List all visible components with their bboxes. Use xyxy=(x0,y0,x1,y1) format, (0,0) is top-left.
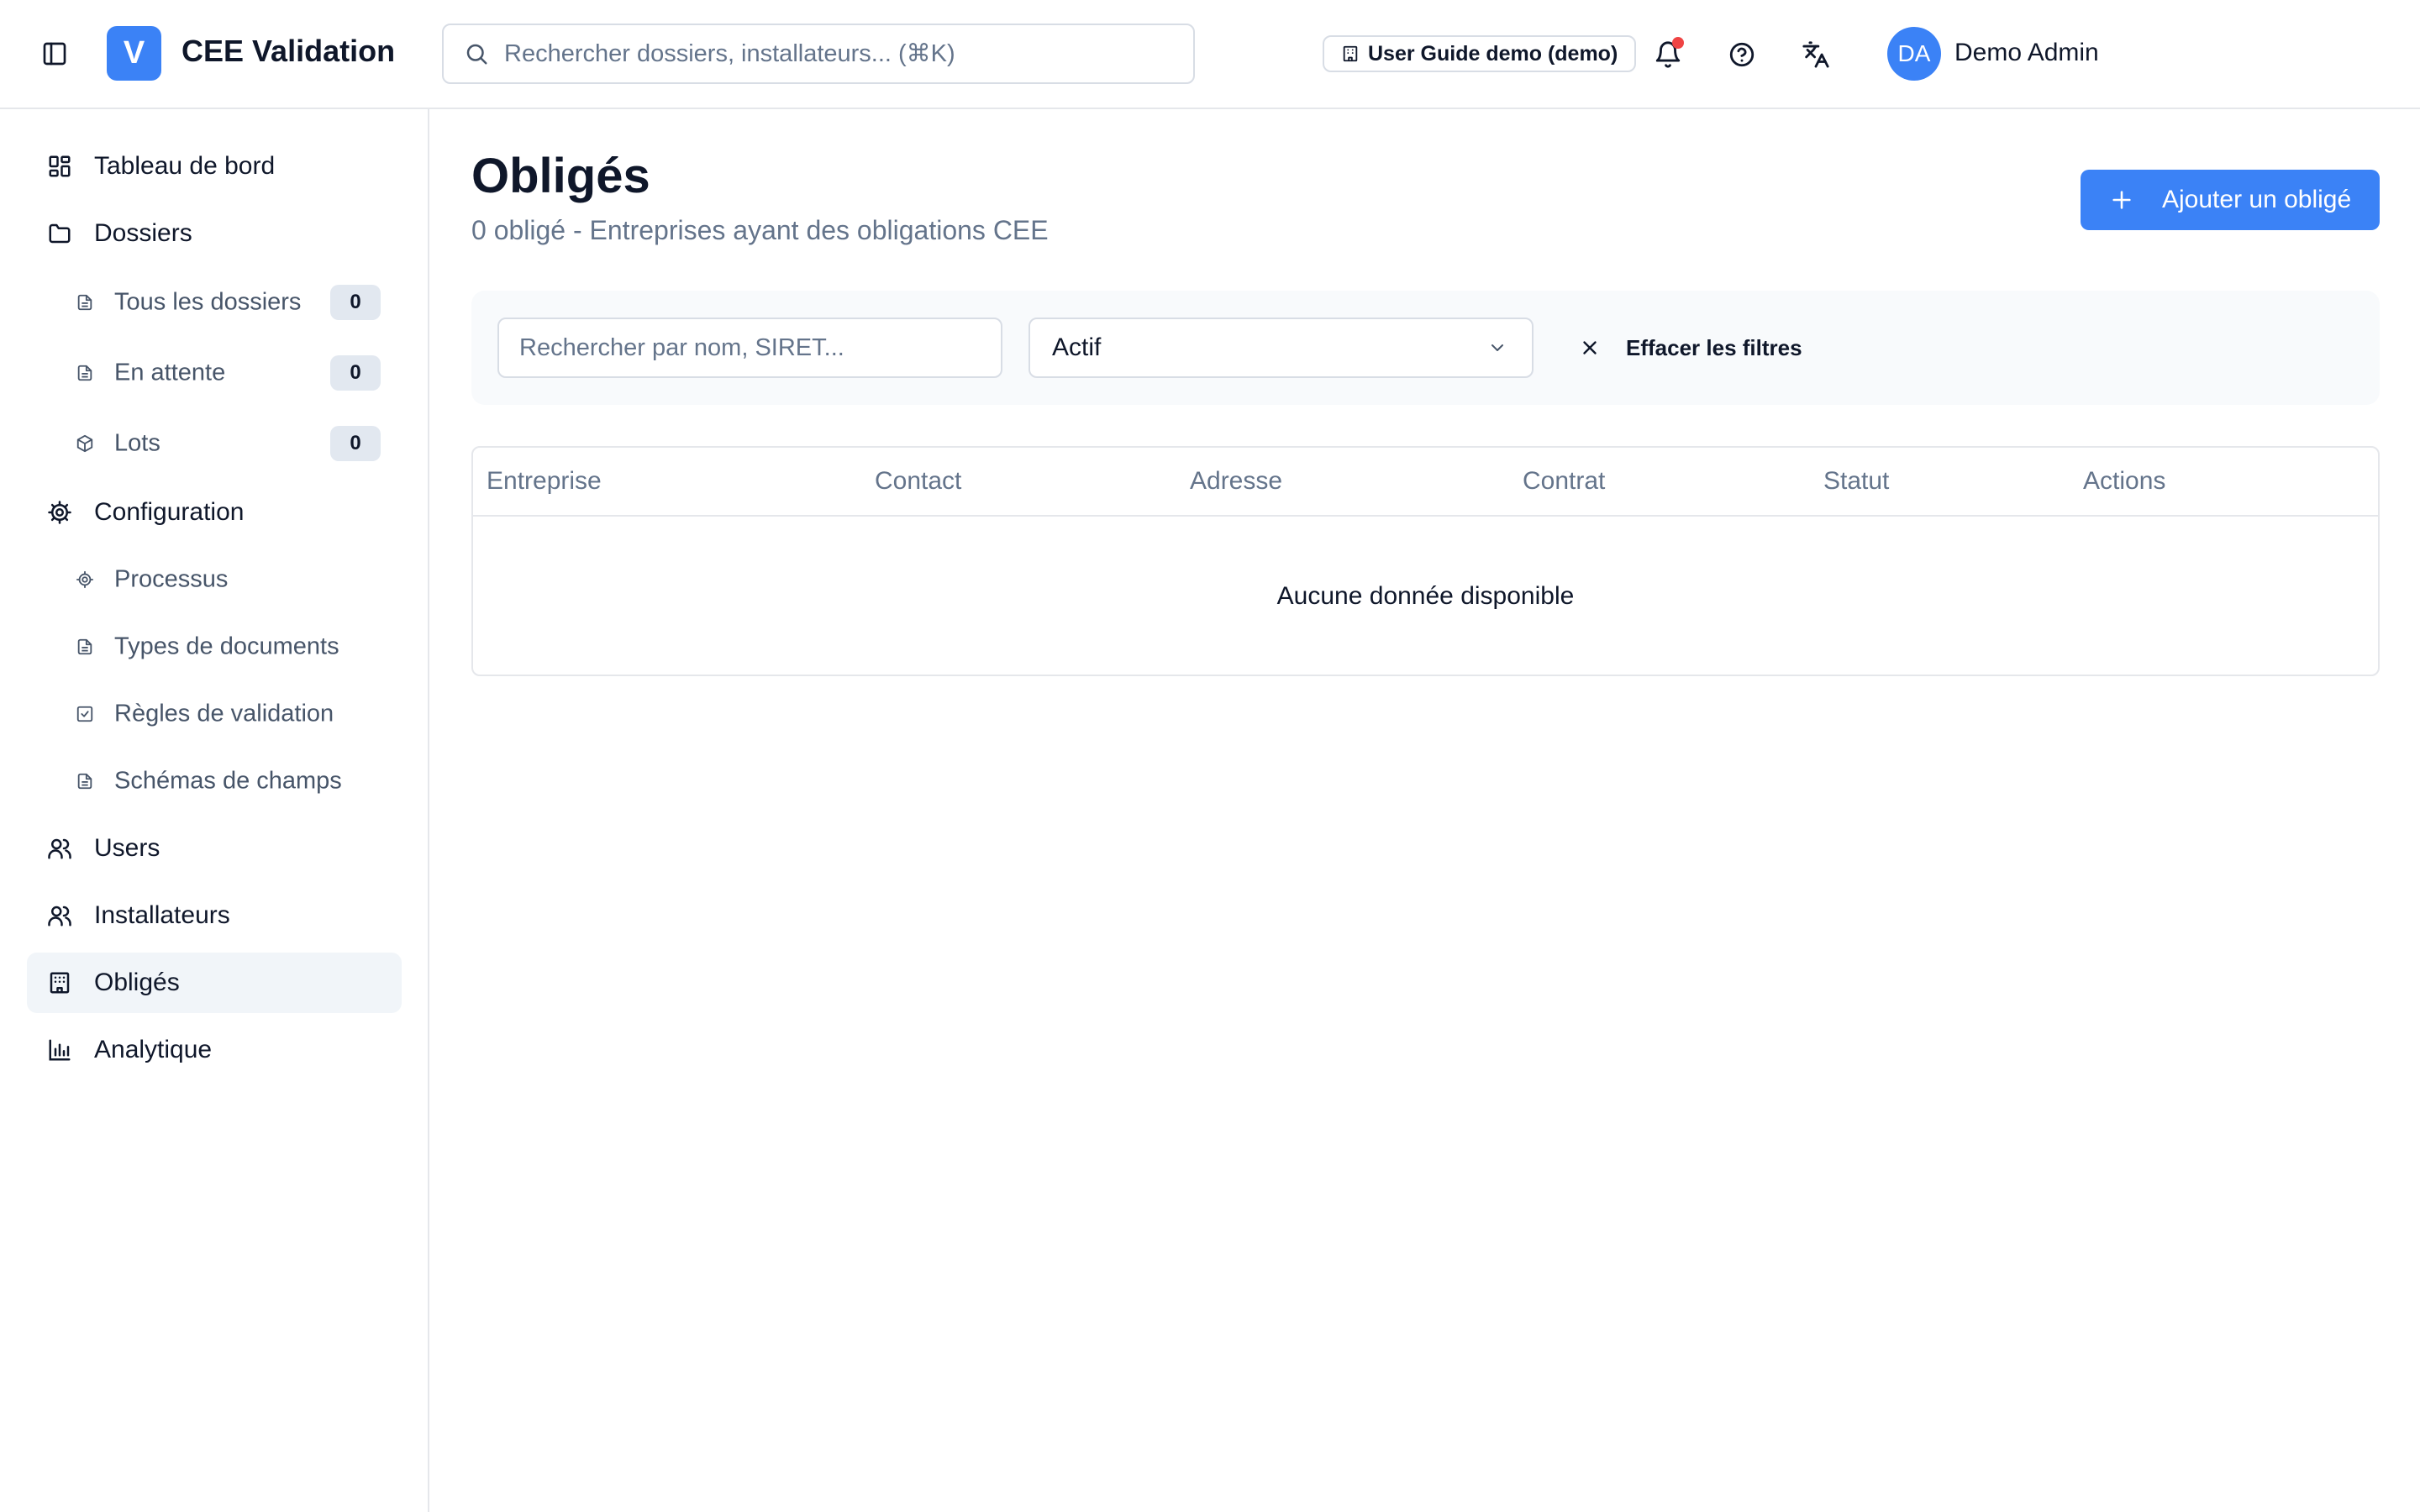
obliges-table: Entreprise Contact Adresse Contrat Statu… xyxy=(471,446,2380,676)
dashboard-icon xyxy=(46,153,73,180)
sidebar-item-label: Schémas de champs xyxy=(114,767,342,795)
sidebar: Tableau de bord Dossiers Tous les dossie… xyxy=(0,109,429,1512)
sidebar-item-regles-de-validation[interactable]: Règles de validation xyxy=(67,685,402,743)
help-button[interactable] xyxy=(1723,35,1761,74)
sidebar-item-label: Processus xyxy=(114,565,229,593)
filter-panel: Actif Effacer les filtres xyxy=(471,291,2380,405)
gear-icon xyxy=(46,499,73,526)
add-oblige-label: Ajouter un obligé xyxy=(2162,186,2352,213)
document-icon xyxy=(74,291,96,313)
filter-search-input[interactable] xyxy=(497,318,1002,378)
app-logo[interactable]: V xyxy=(107,26,161,81)
user-name[interactable]: Demo Admin xyxy=(1954,39,2099,67)
status-select[interactable]: Actif xyxy=(1028,318,1534,378)
sidebar-item-lots[interactable]: Lots 0 xyxy=(67,414,402,473)
sidebar-item-label: Lots xyxy=(114,429,160,457)
count-badge: 0 xyxy=(330,355,381,391)
table-header: Entreprise Contact Adresse Contrat Statu… xyxy=(473,448,2378,517)
sidebar-item-label: Analytique xyxy=(94,1036,213,1063)
bar-chart-icon xyxy=(46,1037,73,1063)
document-icon xyxy=(74,770,96,792)
sidebar-item-en-attente[interactable]: En attente 0 xyxy=(67,344,402,402)
page-title: Obligés xyxy=(471,149,650,203)
building-icon xyxy=(1343,45,1358,62)
tenant-badge-label: User Guide demo (demo) xyxy=(1368,41,1618,66)
avatar[interactable]: DA xyxy=(1887,27,1941,81)
plus-icon xyxy=(2109,187,2134,213)
clear-filters-label: Effacer les filtres xyxy=(1626,334,1802,360)
notification-dot xyxy=(1672,37,1684,49)
checkbox-icon xyxy=(74,703,96,725)
sidebar-item-analytique[interactable]: Analytique xyxy=(27,1020,402,1080)
building-icon xyxy=(46,969,73,996)
search-icon xyxy=(466,44,487,65)
sidebar-item-label: Users xyxy=(94,834,160,862)
column-header-actions: Actions xyxy=(2083,467,2166,495)
column-header-entreprise[interactable]: Entreprise xyxy=(487,467,602,496)
status-select-value: Actif xyxy=(1052,333,1102,361)
add-oblige-button[interactable]: Ajouter un obligé xyxy=(2081,170,2380,230)
clear-filters-button[interactable]: Effacer les filtres xyxy=(1569,318,1802,378)
column-header-contrat[interactable]: Contrat xyxy=(1523,467,1605,496)
sidebar-toggle-button[interactable] xyxy=(40,39,69,68)
app-root: V CEE Validation User Guide demo (demo) … xyxy=(0,0,2420,1512)
sidebar-item-label: Obligés xyxy=(94,969,180,996)
count-badge: 0 xyxy=(330,426,381,461)
top-header: V CEE Validation User Guide demo (demo) … xyxy=(0,0,2420,109)
sidebar-item-tous-les-dossiers[interactable]: Tous les dossiers 0 xyxy=(67,273,402,332)
sidebar-item-processus[interactable]: Processus xyxy=(67,550,402,609)
package-icon xyxy=(74,433,96,454)
sidebar-item-label: Configuration xyxy=(94,498,245,526)
close-icon xyxy=(1577,335,1602,360)
document-icon xyxy=(74,362,96,384)
sidebar-item-installateurs[interactable]: Installateurs xyxy=(27,885,402,946)
users-icon xyxy=(46,902,73,929)
global-search-input[interactable] xyxy=(504,39,1160,68)
global-search[interactable] xyxy=(442,24,1195,84)
column-header-statut[interactable]: Statut xyxy=(1823,467,1889,496)
sidebar-item-label: Tableau de bord xyxy=(94,152,276,180)
column-header-adresse[interactable]: Adresse xyxy=(1190,467,1282,496)
users-icon xyxy=(46,835,73,862)
sidebar-item-label: Règles de validation xyxy=(114,700,334,727)
chevron-down-icon xyxy=(1486,337,1508,359)
sidebar-item-configuration[interactable]: Configuration xyxy=(27,482,402,543)
tenant-badge[interactable]: User Guide demo (demo) xyxy=(1323,35,1637,72)
sidebar-item-label: Tous les dossiers xyxy=(114,288,302,316)
sidebar-item-types-de-documents[interactable]: Types de documents xyxy=(67,617,402,676)
sidebar-item-dossiers[interactable]: Dossiers xyxy=(27,203,402,264)
document-icon xyxy=(74,636,96,658)
column-header-contact[interactable]: Contact xyxy=(875,467,961,496)
sidebar-item-obliges[interactable]: Obligés xyxy=(27,953,402,1013)
help-circle-icon xyxy=(1729,42,1754,67)
sidebar-item-tableau-de-bord[interactable]: Tableau de bord xyxy=(27,136,402,197)
sidebar-item-schemas-de-champs[interactable]: Schémas de champs xyxy=(67,752,402,811)
sidebar-panel-icon xyxy=(43,42,66,66)
sidebar-item-label: Installateurs xyxy=(94,901,230,929)
sidebar-item-label: Types de documents xyxy=(114,633,339,660)
sidebar-item-label: En attente xyxy=(114,359,226,386)
sidebar-item-label: Dossiers xyxy=(94,219,192,247)
notifications-button[interactable] xyxy=(1649,35,1687,74)
gear-icon xyxy=(74,569,96,591)
language-button[interactable] xyxy=(1797,35,1835,74)
sidebar-item-users[interactable]: Users xyxy=(27,818,402,879)
page-subtitle: 0 obligé - Entreprises ayant des obligat… xyxy=(471,215,1049,245)
translate-icon xyxy=(1802,41,1829,68)
folder-icon xyxy=(46,220,73,247)
count-badge: 0 xyxy=(330,285,381,320)
empty-state-message: Aucune donnée disponible xyxy=(1276,582,1575,610)
app-title[interactable]: CEE Validation xyxy=(182,34,395,69)
